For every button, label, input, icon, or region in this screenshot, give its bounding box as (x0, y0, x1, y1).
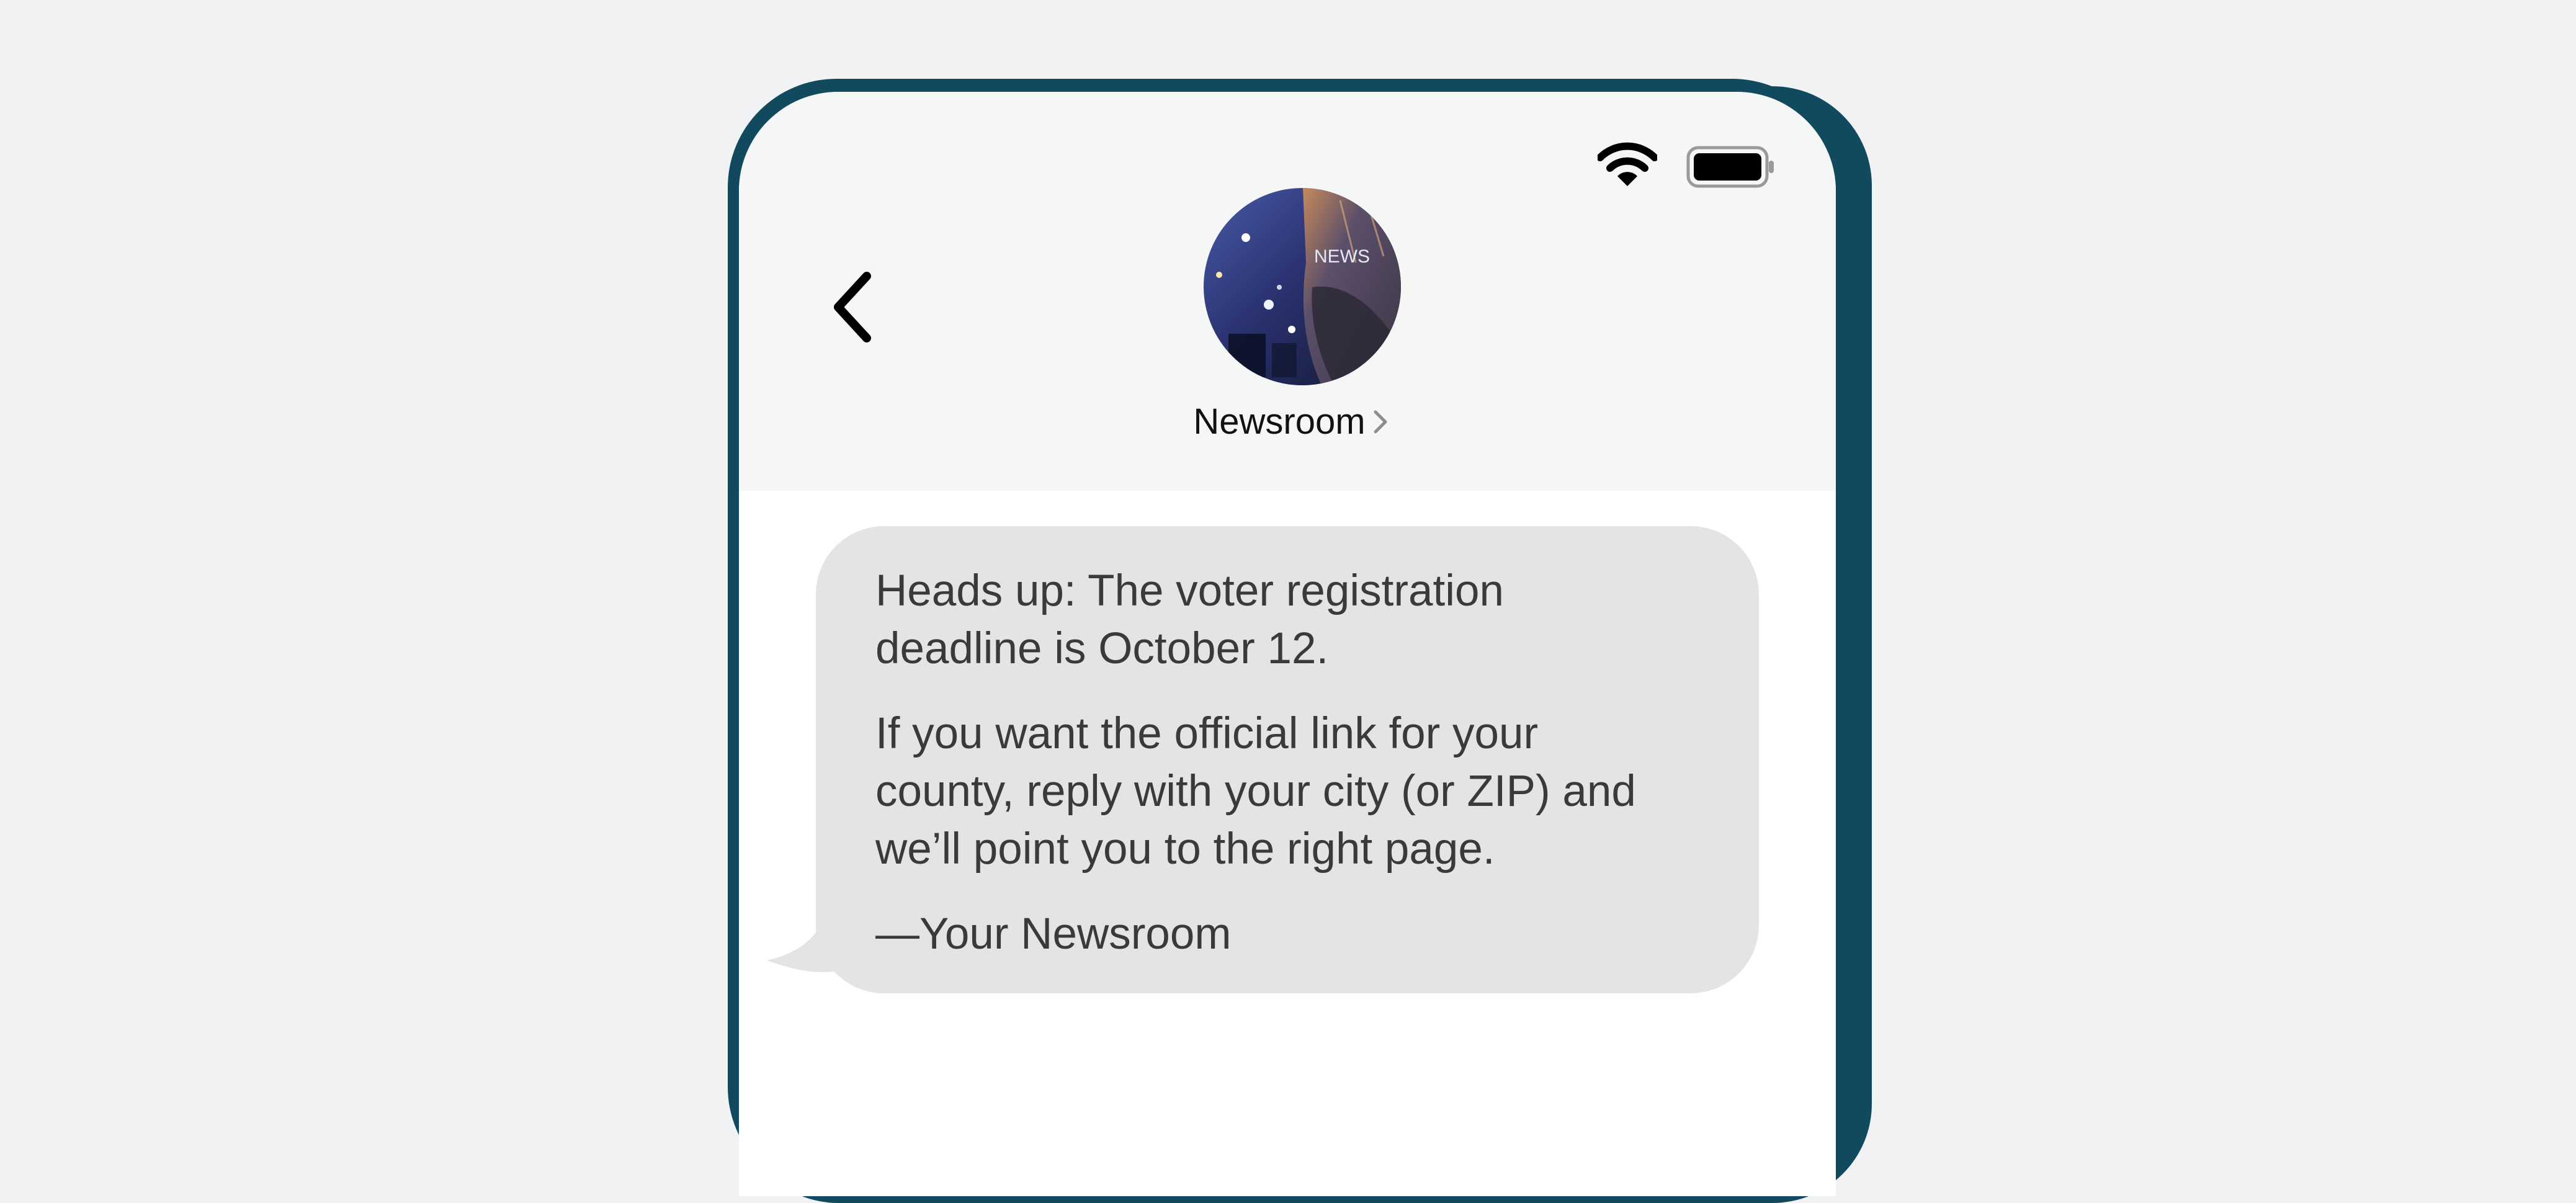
conversation-header: NEWS Newsroom (739, 92, 1836, 491)
wifi-icon (1598, 142, 1657, 186)
battery-icon (1686, 146, 1774, 188)
contact-name: Newsroom (1193, 401, 1366, 442)
message-bubble[interactable]: Heads up: The voter registration deadlin… (816, 526, 1759, 993)
phone-screen: NEWS Newsroom Heads up: The voter regist… (739, 92, 1836, 1196)
avatar[interactable]: NEWS (1204, 188, 1401, 385)
incoming-message: Heads up: The voter registration deadlin… (767, 526, 1760, 1097)
chevron-right-icon (1374, 410, 1387, 434)
avatar-news-label: NEWS (1314, 246, 1370, 267)
message-paragraph-1: Heads up: The voter registration deadlin… (875, 566, 1504, 673)
back-button[interactable] (825, 262, 893, 352)
message-paragraph-2: If you want the official link for your c… (875, 709, 1636, 874)
contact-name-row: Newsroom (739, 397, 1836, 447)
contact-details-link[interactable]: Newsroom (1193, 397, 1389, 447)
message-signature: —Your Newsroom (875, 910, 1232, 959)
